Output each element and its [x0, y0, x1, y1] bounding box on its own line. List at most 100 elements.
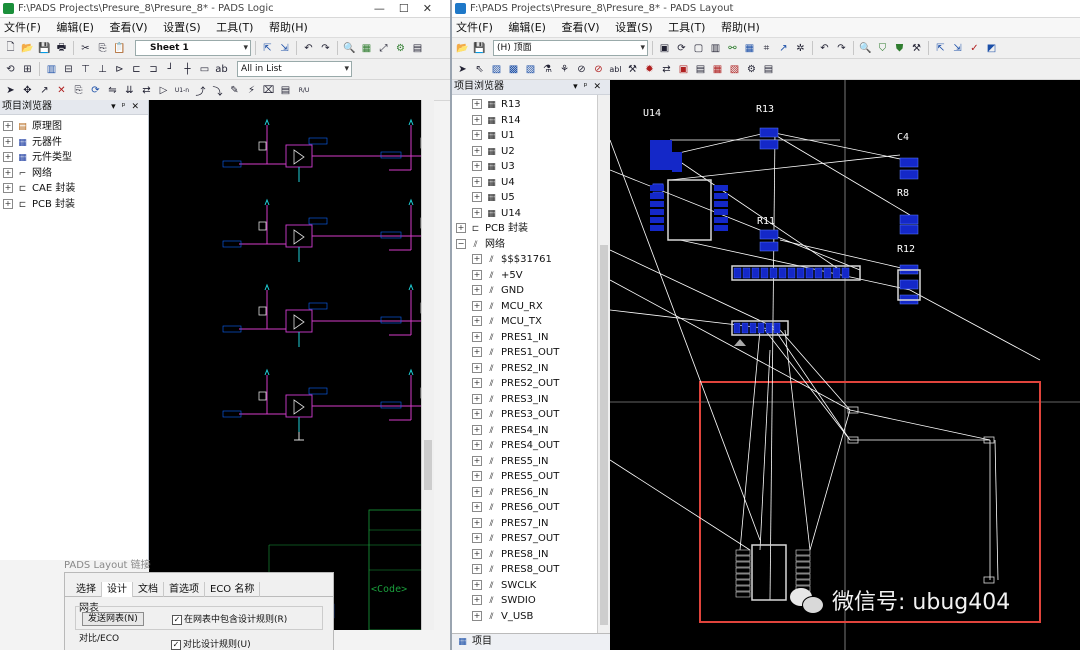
pcb-pad[interactable] [759, 139, 779, 150]
unroute-icon[interactable]: ⚘ [557, 62, 572, 76]
menu-edit[interactable]: 编辑(E) [56, 21, 94, 34]
expand-icon[interactable]: + [472, 440, 482, 450]
tree-item-net[interactable]: + ⫽ PRES4_OUT [456, 438, 592, 454]
route2-icon[interactable]: ⤵ [210, 83, 225, 98]
expand-icon[interactable]: + [472, 362, 482, 373]
copy-part-icon[interactable]: ⎘ [71, 83, 86, 97]
tree-item-pcb-decals[interactable]: + ⊏ PCB 封装 [3, 197, 148, 213]
pcb-pad[interactable] [899, 157, 919, 168]
expand-icon[interactable]: + [472, 114, 482, 125]
expand-icon[interactable]: + [472, 300, 482, 311]
add-via-icon[interactable]: ▧ [523, 62, 538, 76]
ic-pad[interactable] [795, 555, 811, 562]
pcb-pad[interactable] [899, 224, 919, 235]
expand-icon[interactable]: + [472, 130, 482, 140]
tree-item-nets[interactable]: + ⌐ 网络 [3, 166, 148, 182]
pcb-pad[interactable] [650, 193, 664, 199]
pcb-pad[interactable] [832, 267, 841, 279]
tree-item-component[interactable]: + ▦ U4 [456, 175, 592, 191]
hierarchy-icon[interactable]: ⇊ [122, 83, 137, 97]
tree-item-net[interactable]: + ⫽ SWCLK [456, 578, 592, 594]
expand-icon[interactable]: + [3, 167, 13, 178]
undo-icon[interactable]: ↶ [301, 41, 316, 55]
open-icon[interactable]: 📂 [455, 41, 470, 55]
menu-view[interactable]: 查看(V) [561, 21, 599, 34]
save-icon[interactable]: 💾 [37, 41, 52, 55]
table-icon[interactable]: ▤ [278, 83, 293, 97]
new-icon[interactable]: 🗋 [3, 41, 18, 55]
expand-icon[interactable]: + [3, 121, 13, 131]
hatch-icon[interactable]: ▧ [727, 62, 742, 76]
pour-icon[interactable]: ⛊ [892, 41, 907, 55]
compare-rules-checkbox[interactable]: ✓ 对比设计规则(U) [171, 637, 251, 650]
sheet-select[interactable]: Sheet 1 [135, 40, 251, 56]
component-outline[interactable] [731, 265, 861, 281]
pcb-pad[interactable] [714, 209, 728, 215]
tree-item-net[interactable]: + ⫽ SWDIO [456, 593, 592, 609]
expand-icon[interactable]: + [472, 393, 482, 404]
expand-icon[interactable]: + [472, 285, 482, 295]
browser-scrollbar[interactable] [597, 95, 610, 633]
board-view-icon[interactable]: ▦ [359, 41, 374, 55]
menu-help[interactable]: 帮助(H) [269, 21, 308, 34]
send-netlist-button[interactable]: 发送网表(N) [82, 612, 144, 626]
expand-icon[interactable]: + [3, 198, 13, 209]
net-label-icon[interactable]: ⊐ [146, 62, 161, 76]
pointer-icon[interactable]: ➤ [455, 62, 470, 76]
pcb-pad[interactable] [805, 267, 814, 279]
tree-item-nets[interactable]: − ⫽ 网络 [456, 237, 592, 253]
pcb-pad[interactable] [742, 267, 751, 279]
pcb-pad[interactable] [751, 267, 760, 279]
pcb-pad[interactable] [733, 322, 741, 334]
ic-pad[interactable] [735, 549, 751, 556]
offpage-tool-icon[interactable]: ⊳ [112, 62, 127, 76]
tree-item-cae-decals[interactable]: + ⊏ CAE 封装 [3, 181, 148, 197]
properties-icon[interactable]: ▤ [410, 41, 425, 55]
pen-icon[interactable]: ✎ [227, 83, 242, 97]
panel-controls[interactable]: ▾ᵖ✕ [573, 80, 607, 94]
swap-icon[interactable]: ⇄ [139, 83, 154, 97]
tree-item-net[interactable]: + ⫽ PRES3_IN [456, 392, 592, 408]
pcb-pad[interactable] [749, 322, 757, 334]
pcb-pad[interactable] [773, 322, 781, 334]
tree-item-net[interactable]: + ⫽ PRES7_IN [456, 516, 592, 532]
expand-icon[interactable]: + [472, 579, 482, 590]
pcb-pad[interactable] [714, 225, 728, 231]
menu-tools[interactable]: 工具(T) [216, 21, 253, 34]
design-icon[interactable]: ▥ [708, 41, 723, 55]
pcb-pad[interactable] [796, 267, 805, 279]
tree-item-component[interactable]: + ▦ U5 [456, 190, 592, 206]
expand-icon[interactable]: + [472, 486, 482, 497]
tree-item-net[interactable]: + ⫽ PRES6_IN [456, 485, 592, 501]
pcb-pad[interactable] [841, 267, 850, 279]
pcb-pad[interactable] [814, 267, 823, 279]
ic-pad[interactable] [795, 573, 811, 580]
select-filter-icon[interactable]: ⇲ [277, 41, 292, 55]
wire-tool-icon[interactable]: ⟲ [3, 62, 18, 76]
dim-icon[interactable]: ⌗ [759, 41, 774, 55]
highlight-icon[interactable]: ▣ [676, 62, 691, 76]
collapse-icon[interactable]: − [456, 238, 466, 249]
tree-item-net[interactable]: + ⫽ PRES2_OUT [456, 376, 592, 392]
pcb-pad[interactable] [899, 214, 919, 225]
pcb-pad[interactable] [759, 127, 779, 138]
expand-icon[interactable]: + [472, 502, 482, 512]
pour-area-icon[interactable]: ▦ [710, 62, 725, 76]
component-outline[interactable] [751, 544, 787, 601]
menu-setup[interactable]: 设置(S) [615, 21, 653, 34]
tree-item-pcb-decals[interactable]: + ⊏ PCB 封装 [456, 221, 592, 237]
display-icon[interactable]: ▣ [657, 41, 672, 55]
menu-tools[interactable]: 工具(T) [668, 21, 705, 34]
ground-tool-icon[interactable]: ⊥ [95, 62, 110, 76]
tree-item-net[interactable]: + ⫽ PRES1_IN [456, 330, 592, 346]
flip-icon[interactable]: ⇋ [105, 83, 120, 97]
pcb-pad[interactable] [778, 267, 787, 279]
expand-icon[interactable]: + [3, 152, 13, 162]
expand-icon[interactable]: + [472, 409, 482, 419]
delete-icon[interactable]: ✕ [54, 83, 69, 97]
tree-item-net[interactable]: + ⫽ +5V [456, 268, 592, 284]
menu-file[interactable]: 文件(F) [456, 21, 493, 34]
redo-icon[interactable]: ↷ [834, 41, 849, 55]
pcb-pad[interactable] [714, 217, 728, 223]
expand-icon[interactable]: + [472, 176, 482, 187]
